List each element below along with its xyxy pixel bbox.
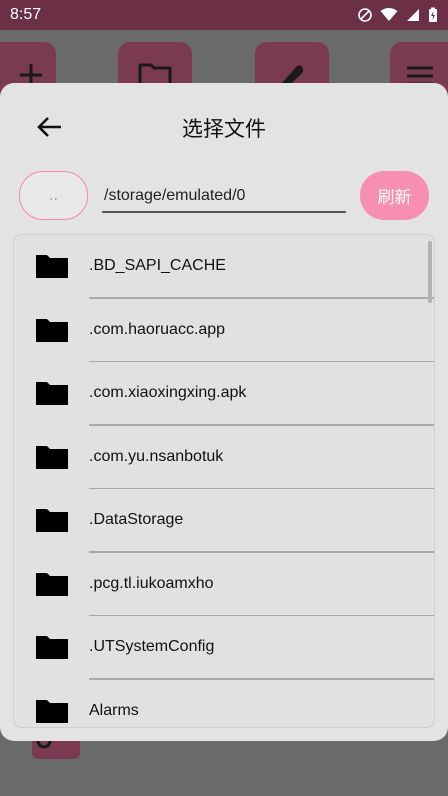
- file-picker-dialog: 选择文件 .. 刷新 .BD_SAPI_CACHE .com.haoruacc.a…: [0, 83, 448, 741]
- folder-icon: [36, 382, 68, 405]
- folder-icon: [36, 572, 68, 596]
- folder-icon: [36, 318, 68, 342]
- file-name: .DataStorage: [89, 511, 184, 528]
- folder-icon: [36, 509, 68, 532]
- scrollbar[interactable]: [428, 241, 432, 303]
- file-list[interactable]: .BD_SAPI_CACHE .com.haoruacc.app .com.xiao…: [13, 234, 435, 728]
- folder-icon: [36, 255, 68, 278]
- list-item[interactable]: .com.yu.nsanbotuk: [14, 426, 434, 489]
- dialog-title: 选择文件: [182, 117, 266, 141]
- list-item[interactable]: .UTSystemConfig: [14, 616, 434, 680]
- status-time: 8:57: [10, 6, 42, 23]
- list-item[interactable]: Alarms: [14, 680, 434, 728]
- dialog-header: 选择文件: [0, 83, 448, 171]
- path-row: .. 刷新: [0, 171, 448, 231]
- file-name: .com.xiaoxingxing.apk: [89, 384, 247, 401]
- folder-icon: [36, 636, 68, 659]
- list-item[interactable]: .DataStorage: [14, 489, 434, 553]
- status-bar: 8:57: [0, 0, 448, 30]
- path-input[interactable]: [102, 181, 346, 213]
- signal-icon: [407, 9, 419, 21]
- file-name: Alarms: [89, 701, 139, 719]
- parent-dir-button[interactable]: ..: [19, 171, 88, 220]
- refresh-button[interactable]: 刷新: [360, 171, 429, 220]
- list-item[interactable]: .com.haoruacc.app: [14, 299, 434, 362]
- list-item[interactable]: .com.xiaoxingxing.apk: [14, 362, 434, 426]
- file-name: .com.haoruacc.app: [89, 320, 226, 338]
- list-item[interactable]: .BD_SAPI_CACHE: [14, 235, 434, 299]
- file-name: .pcg.tl.iukoamxho: [89, 574, 214, 592]
- wifi-icon: [380, 8, 398, 21]
- dnd-icon: [358, 8, 372, 22]
- file-name: .BD_SAPI_CACHE: [89, 257, 226, 274]
- list-item[interactable]: .pcg.tl.iukoamxho: [14, 553, 434, 616]
- folder-icon: [36, 699, 68, 723]
- file-name: .UTSystemConfig: [89, 638, 215, 655]
- battery-icon: [429, 7, 437, 22]
- folder-icon: [36, 445, 68, 469]
- file-name: .com.yu.nsanbotuk: [89, 447, 224, 465]
- status-icons: [358, 7, 438, 23]
